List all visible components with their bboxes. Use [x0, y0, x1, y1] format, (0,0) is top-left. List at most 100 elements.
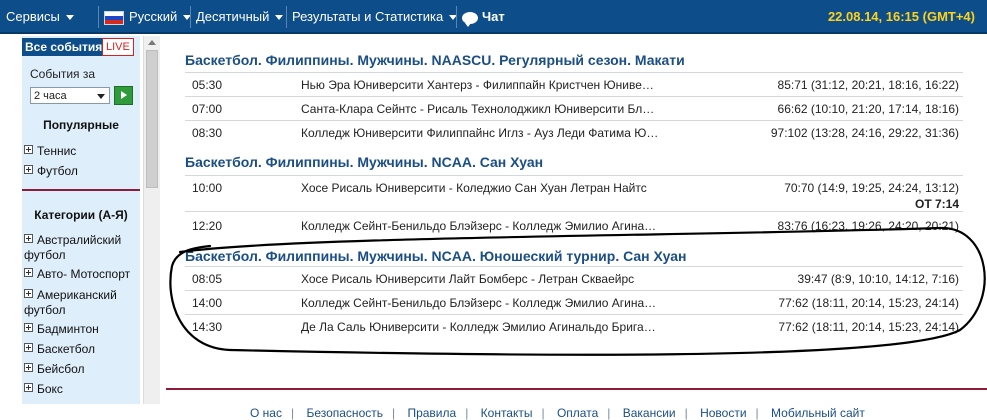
chat-label: Чат	[482, 9, 505, 24]
divider	[166, 388, 987, 390]
footer-link-news[interactable]: Новости	[700, 406, 746, 420]
match-time: 08:30	[192, 126, 223, 140]
footer-link-contacts[interactable]: Контакты	[481, 406, 533, 420]
separator	[98, 6, 99, 28]
match-name: Хосе Рисаль Юниверсити Лайт Бомберс - Ле…	[301, 272, 635, 286]
tab-live[interactable]: LIVE	[102, 38, 134, 56]
top-navigation-bar: Сервисы Русский Десятичный Результаты и …	[0, 0, 987, 34]
divider	[22, 189, 140, 191]
expand-plus-icon	[24, 145, 33, 154]
overtime-score: OT 7:14	[914, 197, 959, 211]
table-row[interactable]: 08:30 Колледж Юниверсити Филиппайнс Иглз…	[185, 120, 963, 145]
sidebar-item-baseball[interactable]: Бейсбол	[24, 362, 138, 377]
section-title[interactable]: Баскетбол. Филиппины. Мужчины. NCAA. Сан…	[185, 154, 543, 170]
sidebar-item-australian-football[interactable]: Австралийский футбол	[24, 233, 138, 263]
russian-flag-icon	[104, 10, 124, 25]
expand-plus-icon	[24, 234, 33, 243]
sidebar-item-boxing[interactable]: Бокс	[24, 382, 138, 397]
period-select[interactable]: 2 часа	[30, 87, 110, 104]
sidebar-item-american-football[interactable]: Американский футбол	[24, 288, 138, 318]
footer-link-payment[interactable]: Оплата	[557, 406, 598, 420]
match-name: Колледж Сейнт-Бенильдо Блэйзерс - Коллед…	[301, 296, 659, 310]
match-score: 66:62 (10:10, 21:20, 17:14, 18:16)	[777, 102, 959, 116]
sidebar: Все события LIVE События за 2 часа Попул…	[22, 36, 140, 404]
match-name: Колледж Сейнт-Бенильдо Блэйзерс - Коллед…	[301, 219, 659, 233]
sidebar-item-motorsport[interactable]: Авто- Мотоспорт	[24, 267, 138, 282]
section-title[interactable]: Баскетбол. Филиппины. Мужчины. NCAA. Юно…	[185, 248, 687, 264]
match-time: 08:05	[192, 272, 223, 286]
match-score: 83:76 (16:23, 19:26, 24:20, 20:21)	[777, 219, 959, 233]
chevron-down-icon	[65, 15, 74, 21]
results-label: Результаты и Статистика	[292, 9, 444, 24]
expand-plus-icon	[24, 268, 33, 277]
footer-links: О нас | Безопасность | Правила | Контакты | …	[250, 406, 865, 420]
table-row[interactable]: 07:00 Санта-Клара Сейнтс - Рисаль Технол…	[185, 96, 963, 121]
categories-title: Категории (А-Я)	[34, 208, 128, 222]
results-menu[interactable]: Результаты и Статистика	[292, 0, 458, 34]
sidebar-scrollbar[interactable]	[143, 36, 160, 404]
match-score: 97:102 (13:28, 24:16, 29:22, 31:36)	[770, 126, 959, 140]
match-time: 07:00	[192, 102, 223, 116]
match-name: Нью Эра Юниверсити Хантерз - Филиппайн К…	[301, 78, 659, 92]
sidebar-item-tennis[interactable]: Теннис	[24, 144, 138, 159]
separator	[456, 6, 457, 28]
expand-plus-icon	[24, 363, 33, 372]
match-name: Санта-Клара Сейнтс - Рисаль Технолоджикл…	[301, 102, 659, 116]
match-time: 10:00	[192, 181, 223, 195]
services-menu[interactable]: Сервисы	[6, 0, 74, 34]
chevron-down-icon	[97, 94, 105, 99]
expand-plus-icon	[24, 165, 33, 174]
sidebar-item-football[interactable]: Футбол	[24, 164, 138, 179]
scroll-up-arrow-icon[interactable]	[148, 40, 156, 45]
table-row[interactable]: 14:30 Де Ла Саль Юниверсити - Колледж Эм…	[185, 314, 963, 339]
go-button[interactable]	[114, 86, 133, 105]
table-row[interactable]: 14:00 Колледж Сейнт-Бенильдо Блэйзерс - …	[185, 290, 963, 315]
expand-plus-icon	[24, 343, 33, 352]
match-time: 14:30	[192, 320, 223, 334]
footer-link-rules[interactable]: Правила	[407, 406, 456, 420]
events-for-label: События за	[30, 67, 96, 81]
table-row[interactable]: 10:00 Хосе Рисаль Юниверсити - Коледжио …	[185, 175, 963, 212]
table-row[interactable]: 12:20 Колледж Сейнт-Бенильдо Блэйзерс - …	[185, 211, 963, 238]
language-menu[interactable]: Русский	[104, 0, 192, 34]
footer-link-vacancies[interactable]: Вакансии	[623, 406, 676, 420]
sidebar-item-badminton[interactable]: Бадминтон	[24, 322, 138, 337]
section-title[interactable]: Баскетбол. Филиппины. Мужчины. NAASCU. Р…	[185, 52, 685, 68]
language-label: Русский	[129, 9, 178, 24]
sidebar-item-basketball[interactable]: Баскетбол	[24, 342, 138, 357]
footer-link-about[interactable]: О нас	[250, 406, 282, 420]
odds-format-menu[interactable]: Десятичный	[196, 0, 284, 34]
odds-format-label: Десятичный	[196, 9, 270, 24]
chat-bubble-icon	[462, 11, 478, 27]
match-score: 77:62 (18:11, 20:14, 15:23, 24:14)	[778, 296, 959, 310]
expand-plus-icon	[24, 323, 33, 332]
chat-button[interactable]: Чат	[462, 0, 505, 34]
table-row[interactable]: 05:30 Нью Эра Юниверсити Хантерз - Филип…	[185, 72, 963, 97]
footer-link-security[interactable]: Безопасность	[306, 406, 383, 420]
results-list: Баскетбол. Филиппины. Мужчины. NAASCU. Р…	[166, 36, 987, 420]
separator	[286, 6, 287, 28]
match-name: Колледж Юниверсити Филиппайнс Иглз - Ауз…	[301, 126, 659, 140]
expand-plus-icon	[24, 383, 33, 392]
period-value: 2 часа	[34, 90, 67, 102]
scrollbar-thumb[interactable]	[146, 50, 158, 188]
match-score: 39:47 (8:9, 10:10, 14:12, 7:16)	[797, 272, 959, 286]
footer-link-mobile[interactable]: Мобильный сайт	[771, 406, 865, 420]
services-label: Сервисы	[6, 9, 60, 24]
match-score: 70:70 (14:9, 19:25, 24:24, 13:12)	[784, 181, 959, 195]
table-row[interactable]: 08:05 Хосе Рисаль Юниверсити Лайт Бомбер…	[185, 266, 963, 291]
expand-plus-icon	[24, 289, 33, 298]
current-datetime: 22.08.14, 16:15 (GMT+4)	[827, 9, 975, 24]
separator	[190, 6, 191, 28]
match-score: 85:71 (31:12, 20:21, 18:16, 16:22)	[777, 78, 959, 92]
tab-all-events[interactable]: Все события	[22, 38, 106, 56]
match-name: Де Ла Саль Юниверсити - Колледж Эмилио А…	[301, 320, 659, 334]
match-name: Хосе Рисаль Юниверсити - Коледжио Сан Ху…	[301, 181, 647, 195]
chevron-down-icon	[275, 15, 284, 21]
match-score: 77:62 (18:11, 20:14, 15:23, 24:14)	[778, 320, 959, 334]
match-time: 14:00	[192, 296, 223, 310]
match-time: 05:30	[192, 78, 223, 92]
match-time: 12:20	[192, 219, 223, 233]
popular-title: Популярные	[43, 118, 119, 132]
sidebar-tabs: Все события LIVE	[22, 36, 140, 56]
